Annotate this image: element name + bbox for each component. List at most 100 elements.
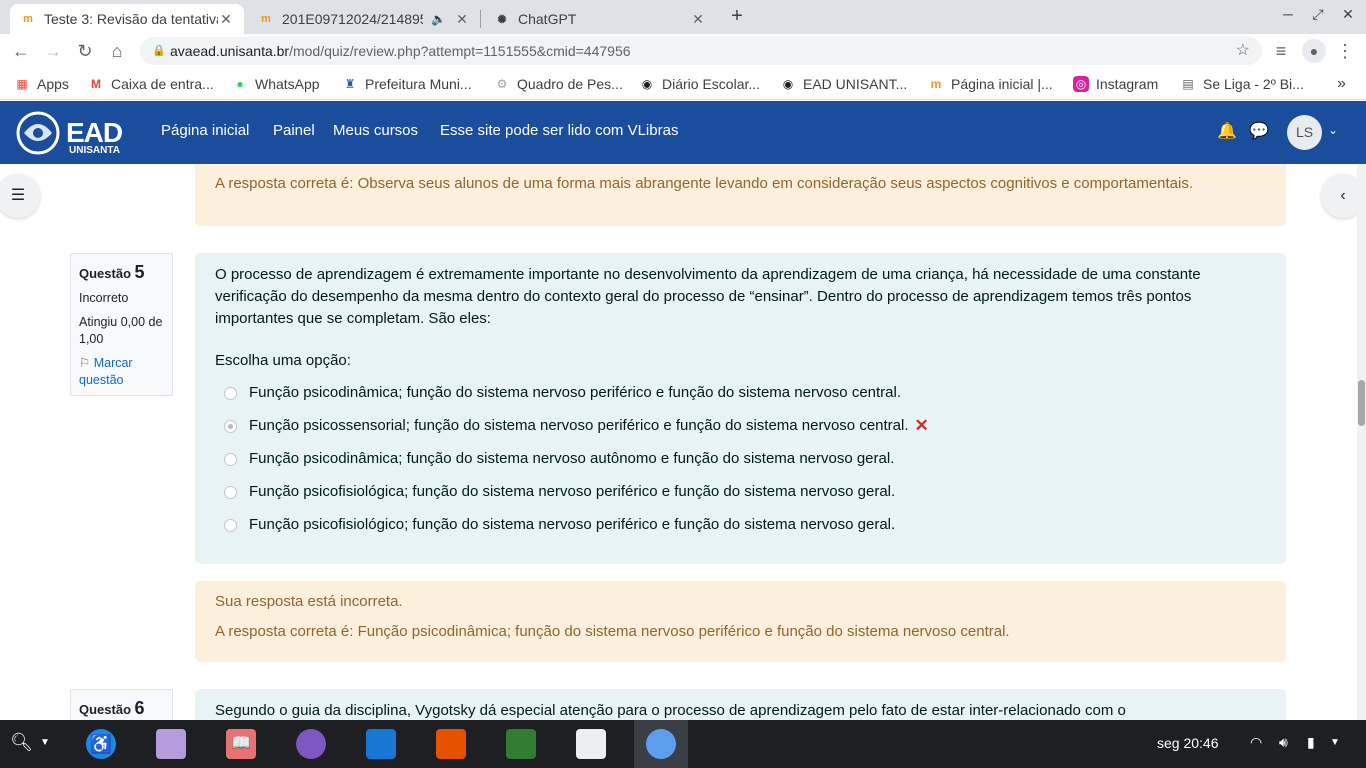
globe-icon: ◉ (641, 77, 653, 91)
calc-icon[interactable] (506, 729, 536, 759)
apps-grid-icon: ▦ (16, 77, 28, 91)
chevron-down-icon[interactable]: ▼ (40, 737, 50, 748)
tab-course[interactable]: m 201E09712024/214895 🔈 ✕ (248, 4, 480, 34)
impress-icon[interactable] (436, 729, 466, 759)
logo-subtext: UNISANTA (69, 145, 120, 156)
new-tab-button[interactable]: + (726, 5, 748, 27)
speaker-icon[interactable]: 🔈 (431, 12, 446, 26)
clock[interactable]: seg 20:46 (1157, 735, 1219, 751)
media-icon[interactable]: ≡ (1270, 40, 1292, 62)
question-text: Segundo o guia da disciplina, Vygotsky d… (215, 702, 1126, 719)
forward-icon[interactable]: → (42, 40, 64, 62)
volume-icon[interactable]: 🔊︎ (1279, 734, 1288, 751)
answer-option: Função psicofisiológica; função do siste… (215, 475, 1266, 508)
main-content: ☰ ‹ A resposta correta é: Observa seus a… (0, 164, 1357, 720)
address-bar[interactable]: 🔒 avaead.unisanta.br/mod/quiz/review.php… (140, 37, 1262, 65)
lock-icon: 🔒 (152, 45, 166, 57)
chat-icon[interactable]: 💬 (1249, 121, 1269, 141)
bookmark-star-icon[interactable]: ☆ (1236, 37, 1250, 65)
bookmark-pagina-inicial[interactable]: m Página inicial |... (928, 75, 1053, 93)
gmail-icon: M (91, 77, 101, 91)
browser-toolbar: ← → ↻ ⌂ 🔒 avaead.unisanta.br/mod/quiz/re… (0, 34, 1366, 68)
question-5-feedback: Sua resposta está incorreta. A resposta … (195, 581, 1286, 662)
accessibility-icon[interactable]: ♿ (86, 729, 116, 759)
bookmark-diario[interactable]: ◉ Diário Escolar... (639, 75, 760, 93)
minimize-icon[interactable]: ─ (1277, 6, 1299, 22)
question-number: Questão 6 (79, 698, 145, 718)
camera-icon[interactable] (296, 729, 326, 759)
answer-radio[interactable] (224, 453, 237, 466)
search-icon[interactable]: 🔍︎ (10, 732, 33, 753)
menu-icon[interactable]: ⋮ (1334, 40, 1356, 62)
nav-home[interactable]: Página inicial (161, 122, 249, 139)
correct-answer-text: A resposta correta é: Função psicodinâmi… (215, 623, 1010, 640)
reload-icon[interactable]: ↻ (74, 40, 96, 62)
settings-icon: ⚙ (496, 77, 508, 91)
home-icon[interactable]: ⌂ (106, 40, 128, 62)
bookmarks-bar: ▦ Apps M Caixa de entra... ● WhatsApp ♜ Pref… (0, 68, 1366, 100)
bookmark-instagram[interactable]: ◎ Instagram (1073, 75, 1158, 93)
chatgpt-icon: ✺ (497, 13, 507, 26)
answer-option: Função psicofisiológico; função do siste… (215, 508, 1266, 541)
answer-radio[interactable] (224, 420, 237, 433)
flag-question-link[interactable]: ⚐ Marcar questão (79, 355, 164, 389)
bookmark-prefeitura[interactable]: ♜ Prefeitura Muni... (342, 75, 472, 93)
bookmark-quadro[interactable]: ⚙ Quadro de Pes... (494, 75, 623, 93)
answer-radio[interactable] (224, 387, 237, 400)
nav-vlibras[interactable]: Esse site pode ser lido com VLibras (440, 122, 678, 139)
instagram-icon: ◎ (1073, 76, 1089, 92)
tab-quiz-review[interactable]: m Teste 3: Revisão da tentativa ✕ (10, 4, 244, 34)
bookmark-se-liga[interactable]: ▤ Se Liga - 2º Bi... (1180, 75, 1304, 93)
battery-icon[interactable]: ▮ (1307, 734, 1315, 751)
globe-icon: ◉ (782, 77, 794, 91)
answer-option: Função psicodinâmica; função do sistema … (215, 442, 1266, 475)
block-drawer-toggle-icon[interactable]: ‹ (1321, 174, 1357, 218)
nav-dashboard[interactable]: Painel (273, 122, 315, 139)
bookmark-whatsapp[interactable]: ● WhatsApp (232, 75, 319, 93)
previous-question-feedback: A resposta correta é: Observa seus aluno… (195, 164, 1286, 226)
page-scrollbar[interactable] (1357, 164, 1366, 720)
crest-icon: ♜ (344, 77, 356, 91)
ead-unisanta-logo[interactable]: EAD UNISANTA (14, 105, 126, 159)
chrome-icon[interactable] (646, 729, 676, 759)
chevron-down-icon[interactable]: ▼ (1330, 737, 1340, 748)
question-text: O processo de aprendizagem é extremament… (215, 266, 1201, 327)
more-bookmarks-icon[interactable]: » (1337, 75, 1346, 93)
scrollbar-thumb[interactable] (1358, 380, 1365, 426)
close-tab-icon[interactable]: ✕ (454, 11, 470, 28)
bookmark-apps[interactable]: ▦ Apps (14, 75, 69, 93)
moodle-icon: m (23, 13, 33, 25)
chevron-down-icon[interactable]: ⌄ (1328, 123, 1338, 137)
writer-icon[interactable] (366, 729, 396, 759)
wifi-icon[interactable]: ◠ (1250, 734, 1262, 751)
incorrect-icon: ✕ (914, 415, 929, 435)
user-avatar[interactable]: LS (1287, 115, 1322, 150)
question-5-content: O processo de aprendizagem é extremament… (195, 253, 1286, 564)
bookmark-gmail[interactable]: M Caixa de entra... (88, 75, 214, 93)
bookmark-ead[interactable]: ◉ EAD UNISANT... (780, 75, 908, 93)
correct-answer-text: A resposta correta é: Observa seus aluno… (215, 175, 1194, 192)
files-icon[interactable] (156, 729, 186, 759)
back-icon[interactable]: ← (10, 40, 32, 62)
book-reader-icon[interactable]: 📖 (226, 729, 256, 759)
answer-radio[interactable] (224, 519, 237, 532)
moodle-icon: m (261, 13, 271, 25)
profile-icon[interactable]: ● (1302, 39, 1326, 63)
tab-title: 201E09712024/214895 (282, 11, 424, 27)
bell-icon[interactable]: 🔔 (1217, 121, 1237, 141)
nav-my-courses[interactable]: Meus cursos (333, 122, 418, 139)
settings-toggle-icon[interactable] (576, 729, 606, 759)
flag-icon: ⚐ (79, 356, 91, 370)
close-window-icon[interactable]: ✕ (1337, 6, 1359, 23)
restore-icon[interactable]: ⤢ (1307, 6, 1329, 23)
tab-title: Teste 3: Revisão da tentativa (44, 11, 218, 27)
question-6-content: Segundo o guia da disciplina, Vygotsky d… (195, 689, 1286, 720)
course-index-toggle-icon[interactable]: ☰ (0, 174, 40, 218)
close-tab-icon[interactable]: ✕ (690, 11, 706, 28)
os-taskbar: 🔍︎ ▼ ♿ 📖 seg 20:46 ◠ 🔊︎ ▮ ▼ (0, 720, 1366, 768)
tab-separator (480, 10, 481, 28)
close-tab-icon[interactable]: ✕ (218, 11, 234, 28)
question-status: Incorreto (79, 291, 129, 305)
answer-radio[interactable] (224, 486, 237, 499)
tab-chatgpt[interactable]: ✺ ChatGPT ✕ (484, 4, 716, 34)
